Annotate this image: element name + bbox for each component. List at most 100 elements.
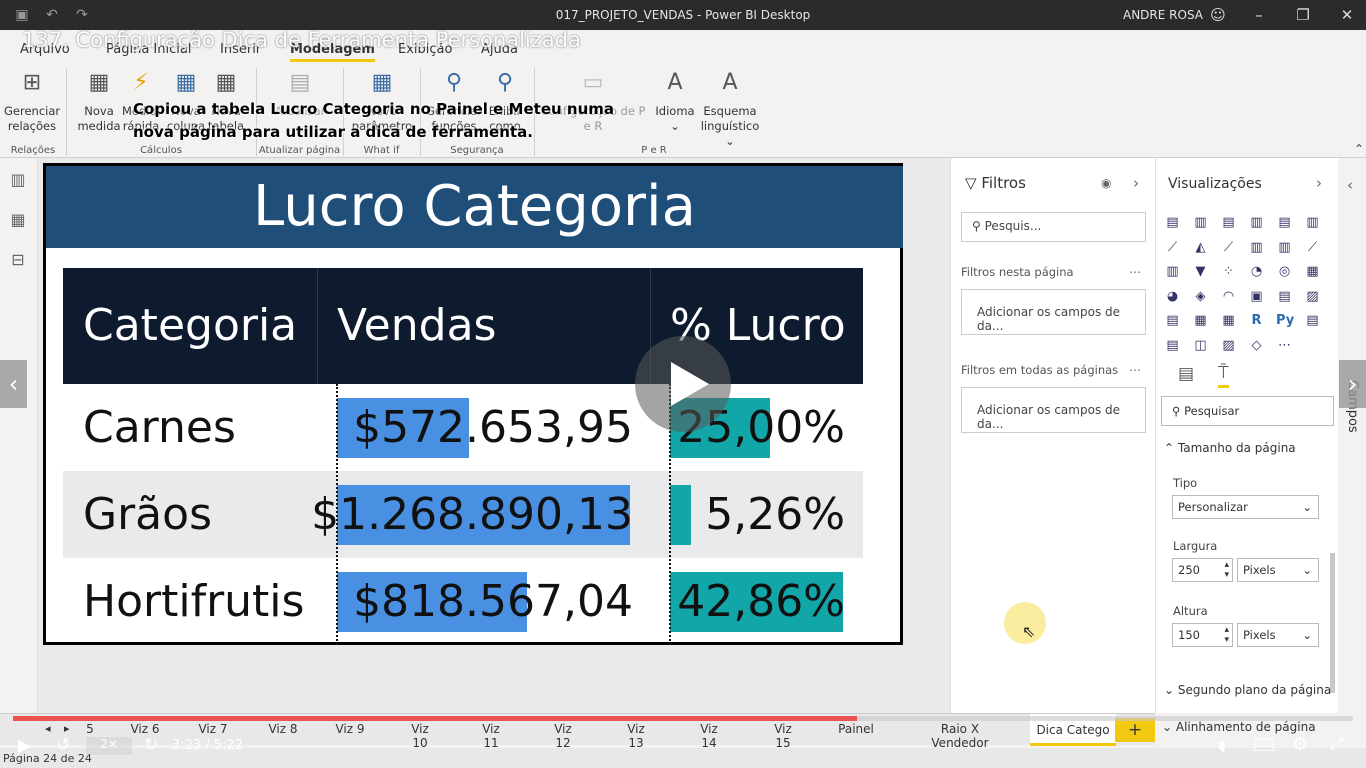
visual-type-icon[interactable]: ◇ bbox=[1248, 337, 1265, 354]
user-icon[interactable]: ☺ bbox=[1207, 4, 1229, 26]
scrollbar[interactable] bbox=[1330, 553, 1335, 693]
page-background-section[interactable]: ⌄ Segundo plano da página bbox=[1164, 683, 1331, 697]
visual-type-icon[interactable]: ▼ bbox=[1192, 263, 1209, 280]
visual-type-icon[interactable]: ▦ bbox=[1304, 263, 1321, 280]
tipo-select[interactable]: Personalizar ⌄ bbox=[1172, 495, 1319, 519]
visual-type-icon[interactable]: ◕ bbox=[1164, 288, 1181, 305]
filters-all-dropzone[interactable]: Adicionar os campos de da... bbox=[961, 387, 1146, 433]
visual-type-icon[interactable]: ▦ bbox=[1220, 312, 1237, 329]
previous-lecture-button[interactable]: ‹ bbox=[0, 360, 27, 408]
volume-icon[interactable]: ◖ bbox=[1218, 736, 1226, 754]
visual-type-icon[interactable]: ▤ bbox=[1220, 214, 1237, 231]
visual-type-icon[interactable]: ⟋ bbox=[1164, 239, 1181, 256]
table-row[interactable]: Carnes $572.653,95 25,00% bbox=[63, 384, 863, 471]
fields-pane-collapsed[interactable]: ‹ Campos bbox=[1338, 158, 1366, 713]
expand-fields-icon[interactable]: ‹ bbox=[1347, 176, 1353, 194]
spinner-icon[interactable]: ▴ ▾ bbox=[1224, 560, 1229, 580]
largura-input[interactable]: 250 ▴ ▾ bbox=[1172, 558, 1233, 582]
visual-type-icon[interactable]: ▥ bbox=[1164, 263, 1181, 280]
visual-type-icon[interactable]: ▥ bbox=[1248, 214, 1265, 231]
collapse-viz-icon[interactable]: › bbox=[1316, 174, 1322, 192]
more-icon[interactable]: … bbox=[1129, 262, 1141, 276]
page-size-section[interactable]: ⌃ Tamanho da página bbox=[1164, 441, 1296, 455]
table-row[interactable]: Grãos $1.268.890,13 5,26% bbox=[63, 471, 863, 558]
report-view-icon[interactable]: ▥ bbox=[8, 170, 28, 190]
visual-type-icon[interactable]: ⟋ bbox=[1304, 239, 1321, 256]
close-button[interactable]: ✕ bbox=[1336, 4, 1358, 26]
eye-icon[interactable]: ◉ bbox=[1101, 176, 1111, 190]
visual-type-icon[interactable]: ▥ bbox=[1276, 239, 1293, 256]
cell-categoria: Carnes bbox=[83, 402, 236, 453]
visual-type-icon[interactable]: ▤ bbox=[1164, 214, 1181, 231]
visual-type-icon[interactable]: ◭ bbox=[1192, 239, 1209, 256]
play-icon[interactable]: ▶ bbox=[18, 736, 31, 756]
video-controls: ▶ ↺ 2× ↻ 3:23 / 5:22 ◖ CC ⚙ ⤢ bbox=[0, 732, 1366, 760]
visual-type-icon[interactable]: ▤ bbox=[1164, 312, 1181, 329]
model-view-icon[interactable]: ⊟ bbox=[8, 250, 28, 270]
data-view-icon[interactable]: ▦ bbox=[8, 210, 28, 230]
roles-icon: ⚲ bbox=[445, 70, 463, 95]
forward-icon[interactable]: ↻ bbox=[144, 735, 158, 755]
visual-type-icon[interactable]: ▨ bbox=[1304, 288, 1321, 305]
qa-setup-icon: ▭ bbox=[582, 70, 604, 95]
largura-unit-select[interactable]: Pixels ⌄ bbox=[1237, 558, 1319, 582]
table-row[interactable]: Hortifrutis $818.567,04 42,86% bbox=[63, 558, 863, 645]
report-page[interactable]: Lucro Categoria Categoria Vendas % Lucro… bbox=[43, 163, 903, 645]
collapse-filters-icon[interactable]: › bbox=[1133, 174, 1139, 192]
chevron-up-icon: ⌃ bbox=[1164, 441, 1175, 455]
visual-type-icon[interactable]: ▤ bbox=[1304, 312, 1321, 329]
next-lecture-button[interactable]: › bbox=[1339, 360, 1366, 408]
video-progress-fill bbox=[13, 716, 858, 721]
maximize-button[interactable]: ❐ bbox=[1292, 4, 1314, 26]
visual-type-icon[interactable]: ▥ bbox=[1304, 214, 1321, 231]
visual-type-icon[interactable]: ⋯ bbox=[1276, 337, 1293, 354]
header-categoria[interactable]: Categoria bbox=[83, 268, 297, 384]
cell-vendas: $572.653,95 bbox=[353, 402, 633, 453]
filters-page-dropzone[interactable]: Adicionar os campos de da... bbox=[961, 289, 1146, 335]
fields-tab-icon[interactable]: ▤ bbox=[1178, 364, 1194, 384]
video-progress-bar[interactable] bbox=[13, 716, 1353, 721]
visual-type-icon[interactable]: ◈ bbox=[1192, 288, 1209, 305]
visual-type-icon[interactable]: ◠ bbox=[1220, 288, 1237, 305]
visual-type-icon[interactable]: ▥ bbox=[1248, 239, 1265, 256]
esquema-linguistico-button[interactable]: A Esquema linguístico ⌄ bbox=[698, 68, 762, 149]
visual-type-icon[interactable]: ▤ bbox=[1276, 214, 1293, 231]
settings-icon[interactable]: ⚙ bbox=[1292, 734, 1308, 755]
tipo-label: Tipo bbox=[1173, 476, 1198, 490]
visual-type-icon[interactable]: ⁘ bbox=[1220, 263, 1237, 280]
gerenciar-relacoes-button[interactable]: ⊞ Gerenciar relações bbox=[4, 68, 60, 134]
collapse-ribbon-icon[interactable]: ⌃ bbox=[1354, 142, 1364, 156]
header-vendas[interactable]: Vendas bbox=[337, 268, 496, 384]
course-title-overlay: 137. Configuração Dica de Ferramenta Per… bbox=[22, 28, 581, 52]
video-play-button[interactable] bbox=[635, 336, 731, 432]
rewind-icon[interactable]: ↺ bbox=[56, 735, 70, 755]
altura-input[interactable]: 150 ▴ ▾ bbox=[1172, 623, 1233, 647]
speed-button[interactable]: 2× bbox=[86, 737, 132, 755]
visual-type-icon[interactable]: ⟋ bbox=[1220, 239, 1237, 256]
idioma-button[interactable]: A Idioma ⌄ bbox=[652, 68, 698, 134]
captions-icon[interactable]: CC bbox=[1254, 738, 1274, 751]
visual-type-icon[interactable]: ▥ bbox=[1192, 214, 1209, 231]
report-title: Lucro Categoria bbox=[253, 174, 696, 239]
visual-type-icon[interactable]: ◫ bbox=[1192, 337, 1209, 354]
viz-search[interactable]: ⚲ Pesquisar bbox=[1161, 396, 1334, 426]
visual-type-icon[interactable]: ◎ bbox=[1276, 263, 1293, 280]
altura-unit-select[interactable]: Pixels ⌄ bbox=[1237, 623, 1319, 647]
filters-search[interactable]: ⚲ Pesquis... bbox=[961, 212, 1146, 242]
visual-type-icon[interactable]: ◔ bbox=[1248, 263, 1265, 280]
visual-type-icon[interactable]: ▦ bbox=[1192, 312, 1209, 329]
visual-type-icon[interactable]: Py bbox=[1276, 312, 1294, 329]
nova-medida-button[interactable]: ▦ Nova medida bbox=[76, 68, 122, 134]
fullscreen-icon[interactable]: ⤢ bbox=[1330, 734, 1344, 754]
visual-type-icon[interactable]: R bbox=[1248, 312, 1265, 329]
minimize-button[interactable]: – bbox=[1248, 4, 1270, 26]
group-per: P e R bbox=[641, 145, 667, 156]
video-time: 3:23 / 5:22 bbox=[172, 738, 244, 753]
spinner-icon[interactable]: ▴ ▾ bbox=[1224, 625, 1229, 645]
visual-type-icon[interactable]: ▤ bbox=[1276, 288, 1293, 305]
visual-type-icon[interactable]: ▨ bbox=[1220, 337, 1237, 354]
more-icon[interactable]: … bbox=[1129, 360, 1141, 374]
visual-type-icon[interactable]: ▤ bbox=[1164, 337, 1181, 354]
format-paint-roller-icon[interactable]: ⍑ bbox=[1218, 362, 1229, 388]
visual-type-icon[interactable]: ▣ bbox=[1248, 288, 1265, 305]
